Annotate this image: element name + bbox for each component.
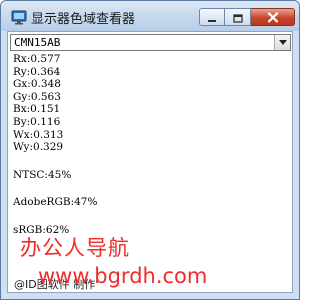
chromaticity-gx: Gx:0.348 (13, 78, 61, 91)
chromaticity-by: By:0.116 (13, 115, 61, 128)
chromaticity-bx: Bx:0.151 (13, 103, 61, 116)
monitor-icon (11, 9, 27, 25)
monitor-select-value: CMN15AB (14, 36, 61, 49)
maximize-button[interactable] (225, 8, 251, 26)
ntsc-coverage: NTSC:45% (13, 168, 72, 181)
chevron-down-icon[interactable] (274, 35, 290, 50)
chromaticity-gy: Gy:0.563 (13, 90, 61, 103)
window-title: 显示器色域查看器 (31, 12, 136, 27)
watermark-url: www.bgrdh.com (38, 264, 208, 288)
adobergb-coverage: AdobeRGB:47% (13, 196, 98, 209)
client-area: CMN15AB Rx:0.577 Ry:0.364 Gx:0.348 Gy:0.… (7, 31, 293, 293)
watermark-title: 办公人导航 (20, 236, 130, 260)
chromaticity-wx: Wx:0.313 (13, 128, 64, 141)
app-window: 显示器色域查看器 CMN15AB Rx:0.577 Ry:0.364 Gx:0.… (0, 0, 300, 300)
close-button[interactable] (251, 8, 295, 26)
monitor-select[interactable]: CMN15AB (10, 34, 291, 51)
close-icon (267, 8, 279, 27)
minimize-icon (207, 8, 217, 27)
maximize-icon (232, 8, 243, 27)
minimize-button[interactable] (199, 8, 225, 26)
chromaticity-rx: Rx:0.577 (13, 53, 61, 65)
chromaticity-wy: Wy:0.329 (13, 141, 64, 154)
chromaticity-ry: Ry:0.364 (13, 65, 61, 78)
gamut-info: Rx:0.577 Ry:0.364 Gx:0.348 Gy:0.563 Bx:0… (13, 53, 97, 237)
title-bar[interactable]: 显示器色域查看器 (1, 1, 299, 31)
